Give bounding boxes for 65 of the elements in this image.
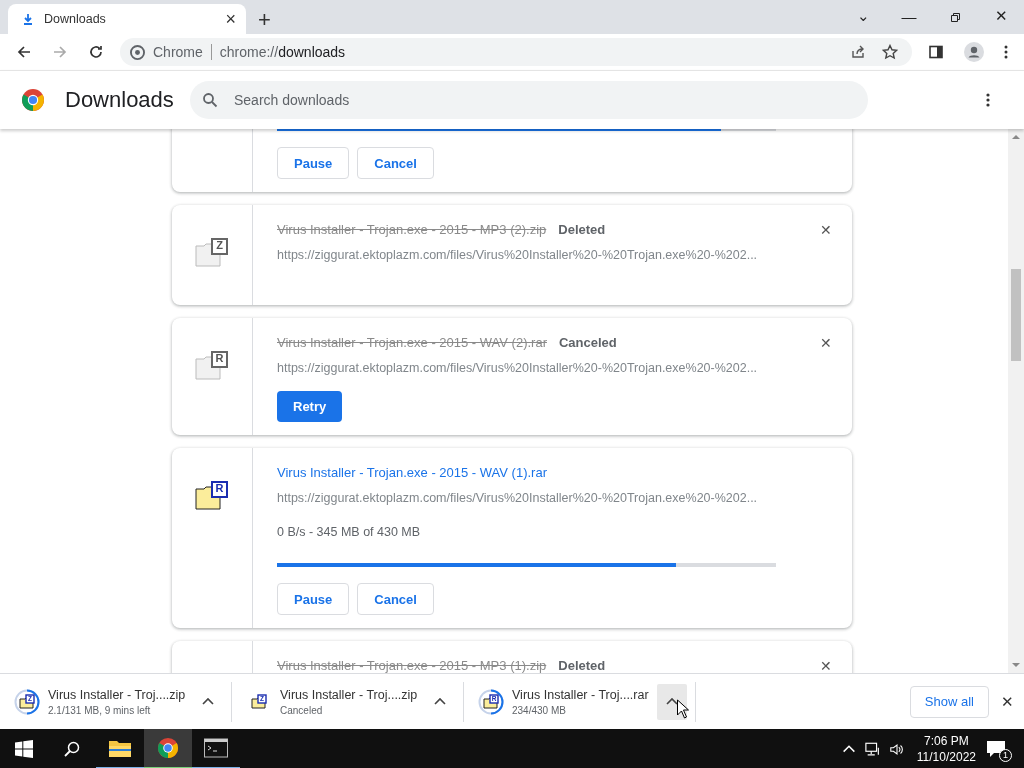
action-button[interactable]: Cancel [357,583,434,615]
more-actions-icon[interactable] [986,92,990,108]
profile-icon[interactable] [964,42,984,62]
windows-start-icon[interactable] [15,740,33,758]
close-tab-button[interactable]: × [225,10,236,28]
address-bar[interactable]: Chrome chrome://downloads [120,38,912,66]
archive-letter: R [214,352,225,365]
site-label: Chrome [153,44,203,60]
download-icon [22,13,34,25]
download-status: Deleted [558,658,606,673]
notification-count: 1 [999,749,1012,762]
restore-icon[interactable] [949,11,961,23]
back-icon[interactable] [16,44,32,60]
shelf-file-status: Canceled [280,704,324,716]
page-title: Downloads [65,87,175,113]
shelf-file-name[interactable]: Virus Installer - Troj....rar [512,687,657,702]
remove-button[interactable]: ✕ [820,658,832,673]
clock-time[interactable]: 7:06 PM [924,733,969,749]
shelf-file-status: 234/430 MB [512,704,567,716]
download-status: Deleted [558,222,606,237]
file-name: Virus Installer - Trojan.exe - 2015 - MP3 (2).zip [277,222,547,237]
action-button[interactable]: Cancel [357,147,434,179]
taskbar-app[interactable] [144,729,192,768]
volume-icon[interactable] [888,741,905,757]
show-all-button[interactable]: Show all [909,685,989,718]
shelf-file-status: 2.1/131 MB, 9 mins left [48,704,152,716]
search-icon[interactable] [63,740,81,758]
tab-search-button[interactable]: ⌄ [840,0,886,32]
search-icon [202,92,218,108]
tab-title: Downloads [44,12,107,26]
source-url[interactable]: https://ziggurat.ektoplazm.com/files/Virus%20Installer%20-%20Trojan.exe%20-%202... [277,248,828,262]
source-url[interactable]: https://ziggurat.ektoplazm.com/files/Virus%20Installer%20-%20Trojan.exe%20-%202... [277,361,828,375]
share-icon[interactable] [850,44,866,60]
action-button[interactable]: Retry [277,391,343,422]
archive-letter: Z [215,239,224,252]
scrollbar[interactable] [1008,129,1024,673]
progress-text: 0 B/s - 345 MB of 430 MB [277,525,422,539]
action-button[interactable]: Pause [277,583,350,615]
minimize-button[interactable]: — [886,0,932,32]
source-url[interactable]: https://ziggurat.ektoplazm.com/files/Virus%20Installer%20-%20Trojan.exe%20-%202... [277,491,828,505]
shelf-file-name[interactable]: Virus Installer - Troj....zip [48,687,193,702]
close-window-button[interactable]: ✕ [978,0,1024,32]
action-button[interactable]: Pause [277,147,350,179]
url-text: chrome://downloads [219,44,346,60]
search-field[interactable]: Search downloads [190,81,868,119]
mouse-cursor-icon [676,699,689,719]
remove-button[interactable]: ✕ [820,222,832,238]
side-panel-icon[interactable] [928,44,944,60]
clock-date[interactable]: 11/10/2022 [916,749,976,765]
remove-button[interactable]: ✕ [820,335,832,351]
notification-icon[interactable] [986,740,1006,758]
network-icon[interactable] [864,741,881,757]
file-name: Virus Installer - Trojan.exe - 2015 - WAV (2).rar [277,335,547,350]
reload-icon[interactable] [88,44,104,60]
archive-letter: R [214,482,225,495]
menu-icon[interactable] [1004,44,1008,60]
file-name[interactable]: Virus Installer - Trojan.exe - 2015 - WAV (1).rar [277,465,547,480]
file-name: Virus Installer - Trojan.exe - 2015 - MP3 (1).zip [277,658,547,673]
download-status: Canceled [558,335,617,350]
shelf-file-name[interactable]: Virus Installer - Troj....zip [280,687,425,702]
browser-tab[interactable]: Downloads × [8,4,246,34]
terminal-icon [204,737,228,759]
close-shelf-button[interactable]: ✕ [1001,692,1014,711]
new-tab-button[interactable]: + [258,9,271,31]
star-icon[interactable] [882,44,898,60]
